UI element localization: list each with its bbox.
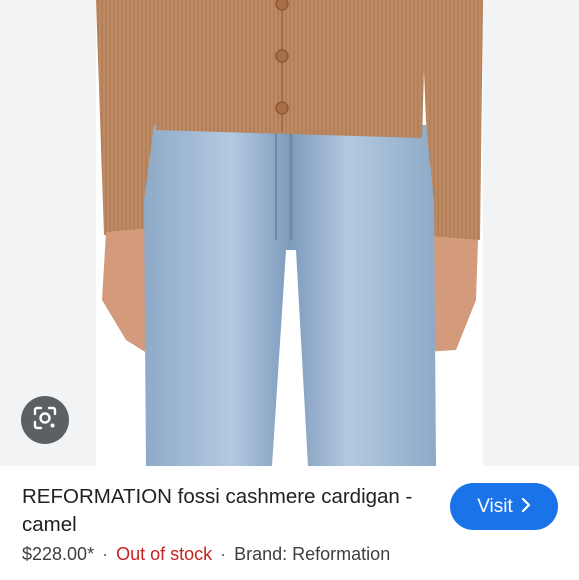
clipped-description-line <box>22 575 562 580</box>
product-image-area <box>0 0 579 466</box>
product-brand: Brand: Reformation <box>234 544 391 564</box>
chevron-right-icon <box>521 496 531 518</box>
product-title[interactable]: REFORMATION fossi cashmere cardigan - ca… <box>22 483 432 539</box>
google-lens-icon <box>32 405 58 436</box>
visit-label: Visit <box>477 495 513 517</box>
separator: · <box>220 544 227 564</box>
product-info-panel: REFORMATION fossi cashmere cardigan - ca… <box>0 466 579 580</box>
product-photo-illustration <box>96 0 483 466</box>
separator: · <box>102 544 109 564</box>
google-lens-button[interactable] <box>21 396 69 444</box>
stock-status: Out of stock <box>116 544 213 564</box>
product-meta: $228.00* · Out of stock · Brand: Reformation <box>22 544 390 565</box>
visit-button[interactable]: Visit <box>450 483 558 530</box>
product-photo[interactable] <box>96 0 483 466</box>
product-price: $228.00* <box>22 544 95 564</box>
